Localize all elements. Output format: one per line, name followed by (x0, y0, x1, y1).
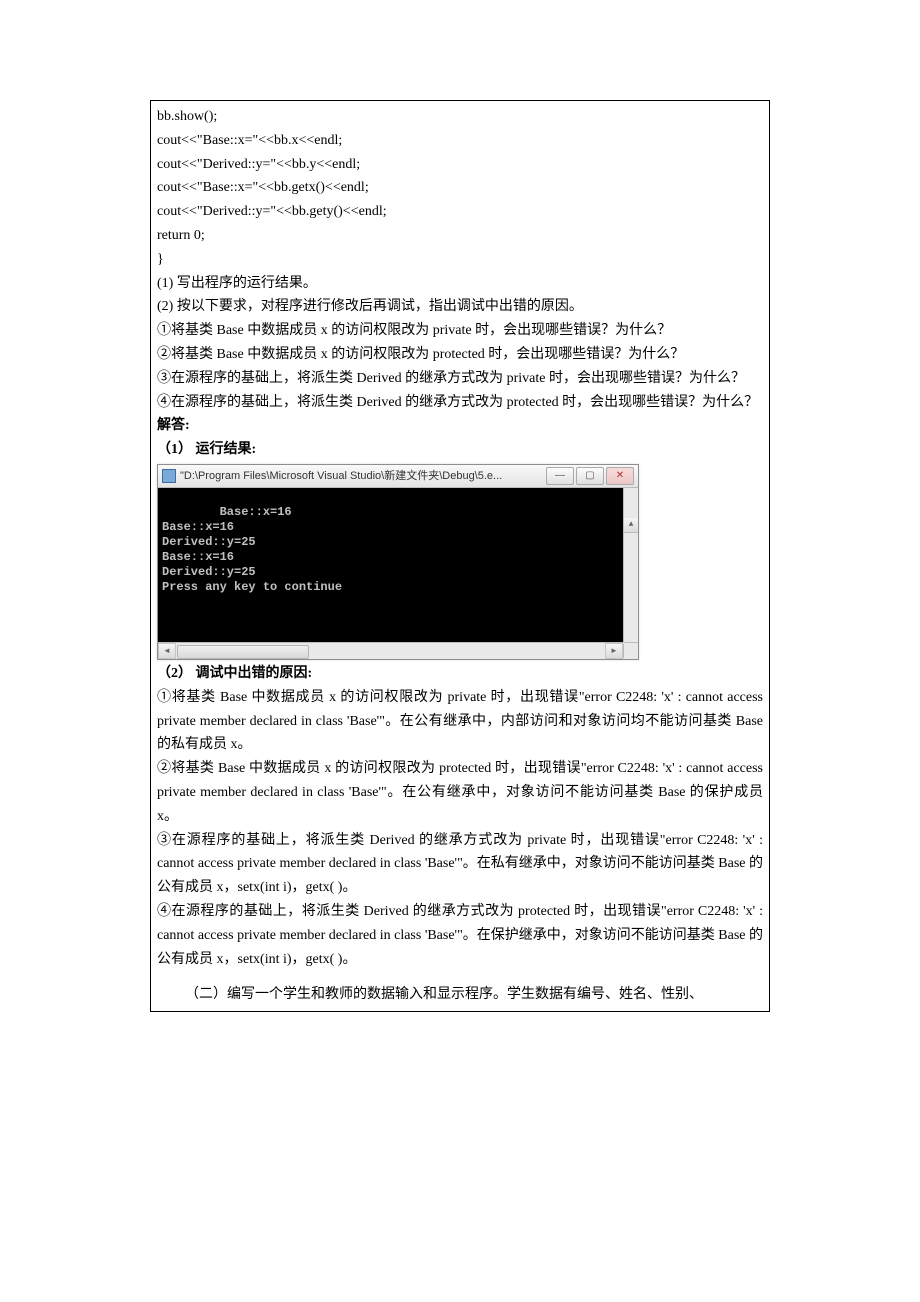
app-icon (162, 469, 176, 483)
console-title: "D:\Program Files\Microsoft Visual Studi… (180, 467, 546, 486)
console-output: Base::x=16 Base::x=16 Derived::y=25 Base… (158, 488, 638, 642)
code-line: bb.show(); (157, 105, 763, 129)
code-line: cout<<"Derived::y="<<bb.gety()<<endl; (157, 200, 763, 224)
window-buttons: — ▢ ✕ (546, 467, 634, 485)
scroll-track[interactable] (176, 644, 605, 658)
part1-label: （1） 运行结果: (157, 438, 763, 462)
question-2b: ②将基类 Base 中数据成员 x 的访问权限改为 protected 时，会出… (157, 343, 763, 367)
code-line: return 0; (157, 224, 763, 248)
code-line: cout<<"Base::x="<<bb.x<<endl; (157, 129, 763, 153)
answer-header: 解答: (157, 414, 763, 438)
answer-1: ①将基类 Base 中数据成员 x 的访问权限改为 private 时，出现错误… (157, 686, 763, 757)
close-button[interactable]: ✕ (606, 467, 634, 485)
console-titlebar: "D:\Program Files\Microsoft Visual Studi… (158, 465, 638, 488)
minimize-button[interactable]: — (546, 467, 574, 485)
part2-label: （2） 调试中出错的原因: (157, 662, 763, 686)
scroll-thumb[interactable] (177, 645, 309, 659)
scroll-left-icon[interactable]: ◄ (158, 643, 176, 659)
code-line: } (157, 248, 763, 272)
answer-3: ③在源程序的基础上，将派生类 Derived 的继承方式改为 private 时… (157, 829, 763, 900)
answer-2: ②将基类 Base 中数据成员 x 的访问权限改为 protected 时，出现… (157, 757, 763, 828)
console-text: Base::x=16 Base::x=16 Derived::y=25 Base… (162, 505, 342, 594)
maximize-button[interactable]: ▢ (576, 467, 604, 485)
answer-4: ④在源程序的基础上，将派生类 Derived 的继承方式改为 protected… (157, 900, 763, 971)
question-2: (2) 按以下要求，对程序进行修改后再调试，指出调试中出错的原因。 (157, 295, 763, 319)
scroll-right-icon[interactable]: ► (605, 643, 623, 659)
question-2d: ④在源程序的基础上，将派生类 Derived 的继承方式改为 protected… (157, 391, 763, 415)
question-2c: ③在源程序的基础上，将派生类 Derived 的继承方式改为 private 时… (157, 367, 763, 391)
next-section: （二）编写一个学生和教师的数据输入和显示程序。学生数据有编号、姓名、性别、 (157, 983, 763, 1007)
document-frame: bb.show(); cout<<"Base::x="<<bb.x<<endl;… (150, 100, 770, 1012)
code-line: cout<<"Base::x="<<bb.getx()<<endl; (157, 176, 763, 200)
code-line: cout<<"Derived::y="<<bb.y<<endl; (157, 153, 763, 177)
scroll-corner (623, 644, 638, 658)
question-1: (1) 写出程序的运行结果。 (157, 272, 763, 296)
question-2a: ①将基类 Base 中数据成员 x 的访问权限改为 private 时，会出现哪… (157, 319, 763, 343)
horizontal-scrollbar[interactable]: ◄ ► (158, 642, 638, 659)
spacer (157, 971, 763, 983)
console-window: "D:\Program Files\Microsoft Visual Studi… (157, 464, 639, 660)
vertical-scrollbar[interactable]: ▲ (623, 488, 638, 642)
scroll-up-icon[interactable]: ▲ (624, 518, 638, 533)
page: bb.show(); cout<<"Base::x="<<bb.x<<endl;… (0, 0, 920, 1302)
